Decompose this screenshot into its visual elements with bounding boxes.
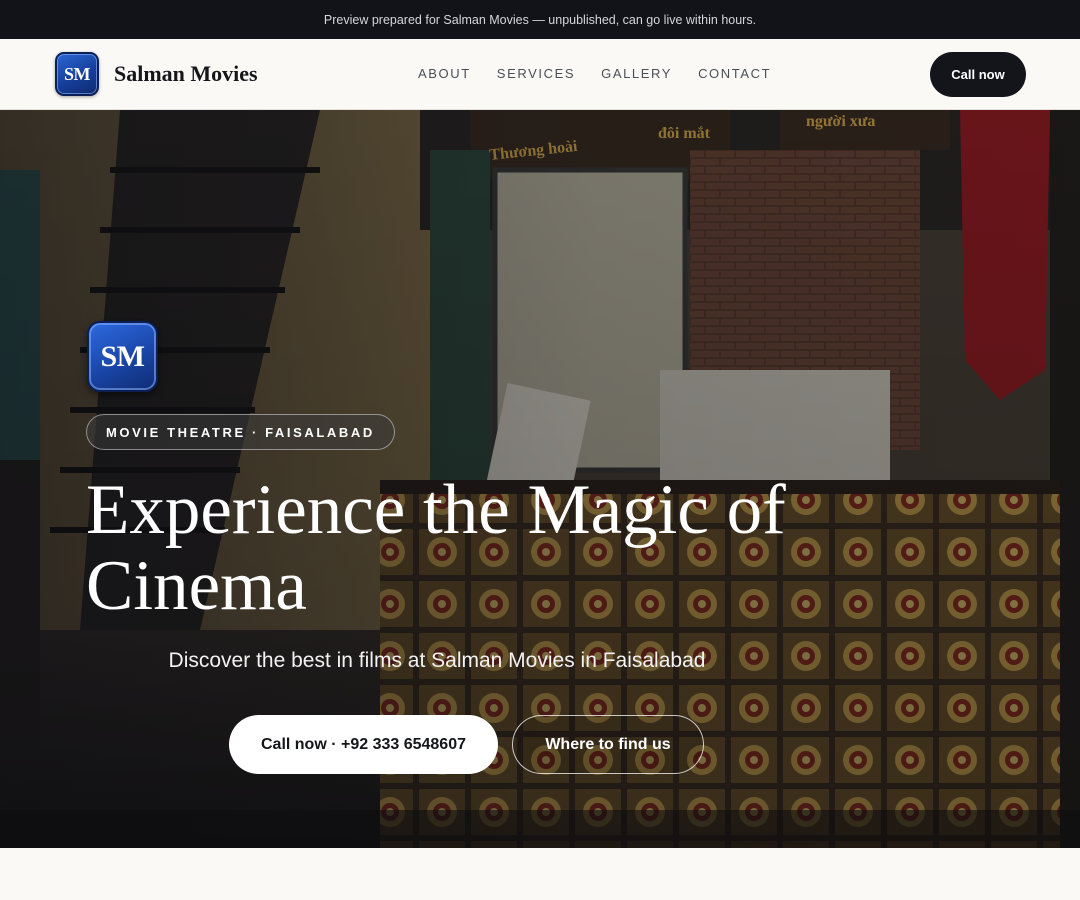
nav-link-gallery[interactable]: GALLERY: [601, 66, 672, 81]
brand-logo-text: SM: [64, 63, 91, 84]
hero-logo: SM: [87, 321, 158, 392]
preview-banner-text: Preview prepared for Salman Movies — unp…: [323, 12, 757, 27]
category-badge: MOVIE THEATRE · FAISALABAD: [86, 414, 395, 450]
hero-logo-text: SM: [100, 339, 146, 373]
site-header: SM Salman Movies ABOUT SERVICES GALLERY …: [0, 39, 1080, 110]
brand-logo[interactable]: SM: [55, 52, 99, 96]
find-us-button[interactable]: Where to find us: [512, 715, 704, 774]
preview-banner: Preview prepared for Salman Movies — unp…: [0, 0, 1080, 39]
nav-link-about[interactable]: ABOUT: [418, 66, 471, 81]
hero-subtitle: Discover the best in films at Salman Mov…: [168, 649, 706, 672]
hero-section: Thương hoài đôi mắt người xưa SM MOVIE T…: [0, 110, 1080, 848]
nav-link-services[interactable]: SERVICES: [497, 66, 575, 81]
hero-title: Experience the Magic of Cinema: [86, 471, 786, 625]
main-nav: ABOUT SERVICES GALLERY CONTACT: [418, 66, 771, 81]
nav-link-contact[interactable]: CONTACT: [698, 66, 771, 81]
brand-name[interactable]: Salman Movies: [114, 61, 258, 87]
call-phone-button[interactable]: Call now · +92 333 6548607: [229, 715, 498, 774]
call-now-button[interactable]: Call now: [930, 52, 1026, 97]
